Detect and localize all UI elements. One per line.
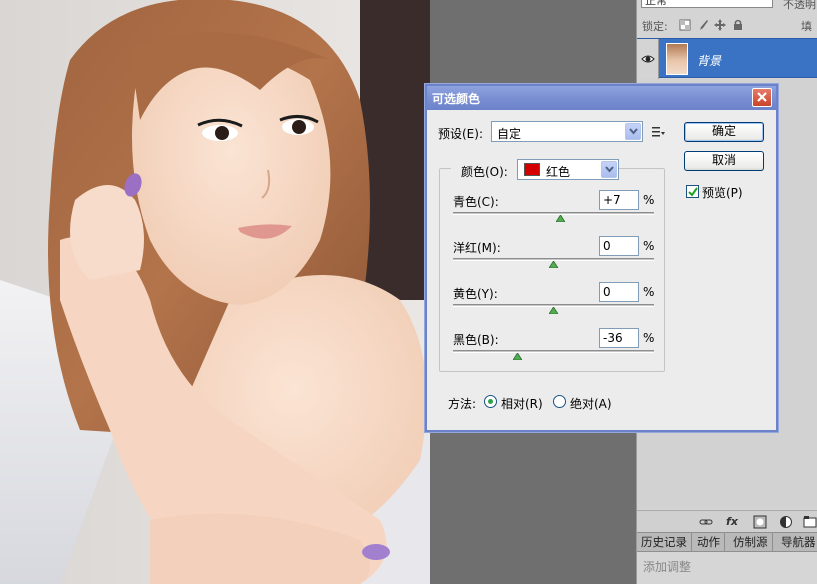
tab-history[interactable]: 历史记录	[637, 533, 692, 552]
relative-label[interactable]: 相对(R)	[501, 395, 543, 412]
adjustments-label: 添加调整	[643, 560, 692, 574]
cancel-button[interactable]: 取消	[684, 151, 764, 171]
adjustments-panel: 添加调整	[637, 552, 817, 584]
ok-button[interactable]: 确定	[684, 122, 764, 142]
selective-color-dialog: 可选颜色 预设(E): 自定 确定 取消 预览(P) 颜色(O): 红色 青色(…	[425, 84, 778, 432]
layer-thumbnail	[666, 43, 688, 75]
tab-clone-source[interactable]: 仿制源	[729, 533, 773, 552]
cyan-input[interactable]: +7	[599, 190, 639, 210]
cyan-percent: %	[643, 193, 655, 207]
mask-icon[interactable]	[753, 515, 767, 529]
preset-options-icon[interactable]	[652, 126, 666, 141]
magenta-percent: %	[643, 239, 655, 253]
black-label: 黑色(B):	[453, 333, 499, 347]
lock-label: 锁定:	[642, 20, 668, 33]
magenta-label: 洋红(M):	[453, 241, 501, 255]
black-track[interactable]	[453, 350, 654, 353]
lock-brush-icon[interactable]	[697, 19, 709, 31]
fx-icon[interactable]: fx	[725, 515, 739, 529]
yellow-input[interactable]: 0	[599, 282, 639, 302]
yellow-percent: %	[643, 285, 655, 299]
close-icon	[757, 92, 767, 102]
color-value: 红色	[546, 165, 571, 179]
cyan-track[interactable]	[453, 212, 654, 215]
blend-mode-select[interactable]: 正常	[641, 0, 773, 8]
absolute-label[interactable]: 绝对(A)	[570, 395, 612, 412]
color-label: 颜色(O):	[461, 165, 508, 179]
checkmark-icon	[688, 187, 698, 197]
layers-toolbar: fx	[637, 510, 817, 532]
chevron-down-icon	[601, 161, 617, 178]
layer-name[interactable]: 背景	[697, 52, 721, 69]
preview-label[interactable]: 预览(P)	[702, 184, 743, 201]
panel-tab-bar: 历史记录 动作 仿制源 导航器	[637, 532, 817, 552]
cyan-thumb[interactable]	[556, 215, 566, 222]
dialog-titlebar[interactable]: 可选颜色	[427, 86, 776, 110]
layers-options: 正常 不透明 锁定: 填	[637, 0, 817, 40]
absolute-radio[interactable]	[553, 395, 566, 408]
black-input[interactable]: -36	[599, 328, 639, 348]
magenta-input[interactable]: 0	[599, 236, 639, 256]
black-percent: %	[643, 331, 655, 345]
close-button[interactable]	[752, 88, 772, 107]
yellow-thumb[interactable]	[549, 307, 558, 314]
new-group-icon[interactable]	[803, 515, 817, 529]
lock-move-icon[interactable]	[714, 19, 726, 31]
color-select[interactable]: 红色	[517, 159, 619, 180]
preview-checkbox[interactable]	[686, 185, 699, 198]
radio-selected-dot	[488, 399, 493, 404]
fill-label: 填	[801, 20, 812, 33]
color-swatch	[524, 163, 540, 176]
dialog-title: 可选颜色	[432, 92, 481, 106]
adjustment-layer-icon[interactable]	[779, 515, 793, 529]
black-thumb[interactable]	[512, 353, 522, 360]
preset-label: 预设(E):	[438, 127, 483, 141]
preset-select[interactable]: 自定	[491, 121, 643, 142]
magenta-thumb[interactable]	[549, 261, 558, 268]
lock-transparent-icon[interactable]	[679, 19, 691, 31]
preset-value: 自定	[497, 127, 522, 141]
opacity-label: 不透明	[783, 0, 816, 11]
cyan-label: 青色(C):	[453, 195, 499, 209]
link-icon[interactable]	[699, 515, 713, 529]
photo-image	[0, 0, 430, 584]
layer-row-background[interactable]: 背景	[637, 38, 817, 79]
lock-row: 锁定: 填	[637, 16, 817, 36]
yellow-label: 黄色(Y):	[453, 287, 498, 301]
relative-radio[interactable]	[484, 395, 497, 408]
eye-icon	[641, 55, 655, 63]
tab-actions[interactable]: 动作	[693, 533, 725, 552]
method-label: 方法:	[448, 397, 477, 411]
visibility-toggle[interactable]	[637, 39, 659, 79]
chevron-down-icon	[625, 123, 641, 140]
lock-all-icon[interactable]	[732, 19, 744, 31]
tab-navigator[interactable]: 导航器	[777, 533, 817, 552]
